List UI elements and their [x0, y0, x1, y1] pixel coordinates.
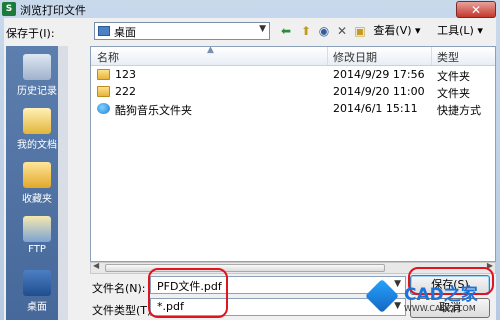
dialog-window: S 浏览打印文件 ✕ 保存于(I): 桌面 ▼ ⬅ ⬆ ◉ ✕ ▣ 查看(V) …	[0, 0, 500, 320]
file-list[interactable]: ▲ 名称 修改日期 类型 123 2014/9/29 17:56 文件夹 222…	[90, 45, 496, 262]
scrollbar-thumb[interactable]	[105, 264, 385, 272]
item-date: 2014/9/20 11:00	[333, 85, 425, 98]
watermark: CAD之家 WWW.CADZJ.COM	[364, 279, 494, 320]
sort-ascending-icon: ▲	[207, 45, 214, 55]
folder-icon	[97, 69, 110, 80]
scroll-left-icon[interactable]: ◀	[93, 261, 99, 270]
desktop-icon	[98, 26, 110, 36]
up-folder-icon[interactable]: ⬆	[298, 21, 314, 41]
column-name[interactable]: 名称	[97, 49, 119, 65]
dialog-body: 保存于(I): 桌面 ▼ ⬅ ⬆ ◉ ✕ ▣ 查看(V) ▾ 工具(L) ▾ 历…	[4, 18, 496, 320]
column-divider[interactable]	[327, 47, 328, 65]
filetype-label: 文件类型(T):	[92, 304, 156, 317]
tools-menu[interactable]: 工具(L) ▾	[432, 21, 488, 41]
filename-label: 文件名(N):	[92, 282, 146, 295]
item-name: 222	[115, 85, 136, 98]
item-type: 文件夹	[437, 70, 470, 83]
item-name: 123	[115, 68, 136, 81]
filename-highlight	[148, 268, 228, 318]
view-menu-label: 查看(V)	[373, 24, 412, 37]
back-arrow-icon[interactable]: ⬅	[278, 21, 294, 41]
column-header: ▲ 名称 修改日期 类型	[91, 45, 495, 66]
save-in-label: 保存于(I):	[6, 27, 55, 40]
places-bar: 历史记录 我的文档 收藏夹 FTP 桌面	[6, 46, 68, 320]
view-menu[interactable]: 查看(V) ▾	[370, 21, 424, 41]
column-date[interactable]: 修改日期	[333, 49, 377, 65]
location-dropdown[interactable]: 桌面 ▼	[94, 22, 270, 40]
tools-menu-label: 工具(L)	[437, 24, 474, 37]
delete-icon[interactable]: ✕	[334, 21, 350, 41]
documents-icon	[23, 108, 51, 134]
item-type: 文件夹	[437, 87, 470, 100]
column-divider[interactable]	[431, 47, 432, 65]
search-web-icon[interactable]: ◉	[316, 21, 332, 41]
window-title: 浏览打印文件	[20, 4, 86, 17]
places-scrollbar[interactable]	[58, 46, 68, 320]
item-date: 2014/6/1 15:11	[333, 102, 418, 115]
item-date: 2014/9/29 17:56	[333, 68, 425, 81]
item-name: 酷狗音乐文件夹	[115, 104, 192, 117]
column-type[interactable]: 类型	[437, 49, 459, 65]
title-bar[interactable]: S 浏览打印文件 ✕	[0, 0, 500, 18]
cad-logo-icon	[365, 279, 399, 313]
watermark-url: WWW.CADZJ.COM	[404, 304, 476, 313]
chevron-down-icon: ▼	[259, 24, 266, 34]
list-item[interactable]: 123 2014/9/29 17:56 文件夹	[91, 67, 495, 83]
history-icon	[23, 54, 51, 80]
folder-icon	[97, 86, 110, 97]
item-type: 快捷方式	[437, 104, 481, 117]
list-item[interactable]: 酷狗音乐文件夹 2014/6/1 15:11 快捷方式	[91, 101, 495, 117]
list-item[interactable]: 222 2014/9/20 11:00 文件夹	[91, 84, 495, 100]
new-folder-icon[interactable]: ▣	[352, 21, 368, 41]
app-icon: S	[2, 2, 16, 16]
desktop-icon	[23, 270, 51, 296]
close-button[interactable]: ✕	[456, 1, 496, 18]
watermark-text: CAD之家	[404, 285, 478, 305]
shortcut-icon	[97, 103, 110, 114]
ftp-icon	[23, 216, 51, 242]
favorites-icon	[23, 162, 51, 188]
location-value: 桌面	[114, 26, 136, 39]
